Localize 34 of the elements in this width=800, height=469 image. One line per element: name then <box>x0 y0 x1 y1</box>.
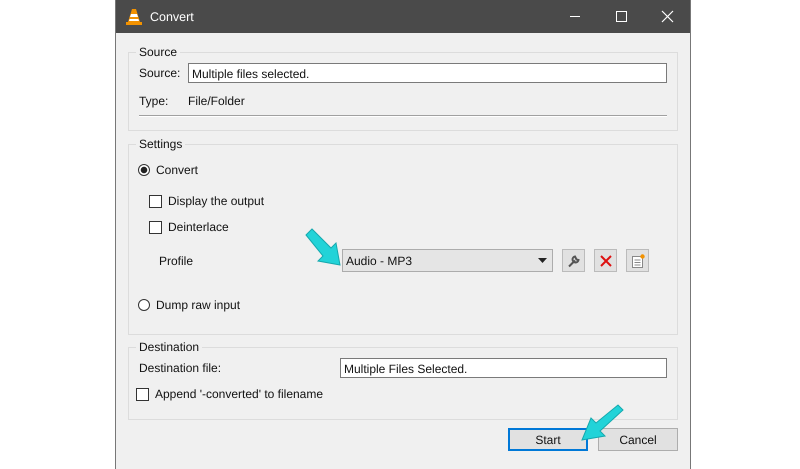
delete-profile-button[interactable] <box>594 249 617 272</box>
radio-button[interactable] <box>138 299 150 311</box>
group-title: Settings <box>138 137 184 151</box>
checkbox[interactable] <box>136 388 149 400</box>
source-field[interactable]: Multiple files selected. <box>188 63 667 83</box>
checkbox-label: Deinterlace <box>168 220 229 234</box>
type-value: File/Folder <box>188 94 245 108</box>
checkbox-label: Append '-converted' to filename <box>155 387 324 401</box>
radio-option[interactable]: Dump raw input <box>138 298 240 312</box>
checkbox-label: Display the output <box>168 194 264 208</box>
new-profile-button[interactable] <box>626 249 649 272</box>
destination-file-field[interactable]: Multiple Files Selected. <box>340 358 667 378</box>
dropdown-caret-icon <box>538 258 547 263</box>
group-title: Destination <box>138 340 200 354</box>
list-document-icon <box>630 254 644 268</box>
delete-x-icon <box>600 254 612 266</box>
traffic-cone-icon <box>126 8 142 26</box>
cancel-button[interactable]: Cancel <box>598 428 678 451</box>
profile-dropdown[interactable]: Audio - MP3 <box>342 249 553 272</box>
checkbox[interactable] <box>149 194 162 208</box>
edit-profile-button[interactable] <box>562 249 585 272</box>
window-title: Convert <box>150 10 194 24</box>
radio-label: Convert <box>156 163 198 177</box>
wrench-icon <box>566 254 580 268</box>
type-label: Type: <box>139 94 170 108</box>
group-title: Source <box>138 45 178 59</box>
source-label: Source: <box>139 66 182 80</box>
start-button[interactable]: Start <box>508 428 588 451</box>
destination-file-label: Destination file: <box>139 361 222 375</box>
radio-button[interactable] <box>138 164 150 176</box>
radio-option[interactable]: Convert <box>138 163 198 177</box>
radio-label: Dump raw input <box>156 298 240 312</box>
checkbox[interactable] <box>149 220 162 234</box>
profile-label: Profile <box>159 254 194 268</box>
